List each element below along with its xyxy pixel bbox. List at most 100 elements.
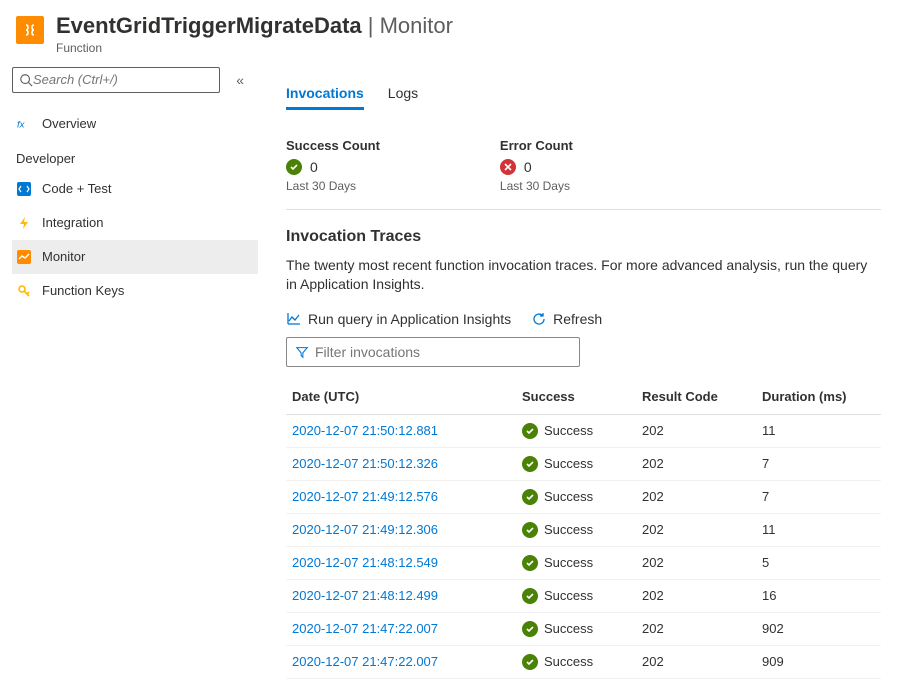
monitor-icon <box>16 249 32 265</box>
trace-duration: 902 <box>756 612 881 645</box>
sidebar-item-integration[interactable]: Integration <box>12 206 258 240</box>
trace-status-text: Success <box>544 555 593 570</box>
trace-date-link[interactable]: 2020-12-07 21:50:12.326 <box>292 456 438 471</box>
success-count-block: Success Count 0 Last 30 Days <box>286 138 380 193</box>
refresh-button[interactable]: Refresh <box>531 311 602 327</box>
table-row: 2020-12-07 21:48:12.549 Success 2025 <box>286 546 881 579</box>
title-resource: EventGridTriggerMigrateData <box>56 13 362 38</box>
sidebar-section-developer: Developer <box>12 141 258 172</box>
col-result-code[interactable]: Result Code <box>636 381 756 415</box>
success-icon <box>522 522 538 538</box>
collapse-sidebar-button[interactable]: « <box>232 68 248 92</box>
table-row: 2020-12-07 21:47:22.007 Success 202902 <box>286 612 881 645</box>
sidebar-item-label: Overview <box>42 116 96 131</box>
tab-logs[interactable]: Logs <box>388 85 418 110</box>
trace-date-link[interactable]: 2020-12-07 21:49:12.576 <box>292 489 438 504</box>
col-duration[interactable]: Duration (ms) <box>756 381 881 415</box>
trace-duration: 11 <box>756 513 881 546</box>
function-icon <box>16 16 44 44</box>
error-count-block: Error Count 0 Last 30 Days <box>500 138 573 193</box>
trace-status: Success <box>522 489 630 505</box>
success-icon <box>522 555 538 571</box>
success-icon <box>286 159 302 175</box>
trace-status-text: Success <box>544 423 593 438</box>
trace-status-text: Success <box>544 621 593 636</box>
trace-status: Success <box>522 654 630 670</box>
trace-result-code: 202 <box>636 612 756 645</box>
trace-duration: 7 <box>756 480 881 513</box>
col-date[interactable]: Date (UTC) <box>286 381 516 415</box>
code-icon <box>16 181 32 197</box>
error-count-value: 0 <box>524 159 532 175</box>
error-icon <box>500 159 516 175</box>
main-content: Invocations Logs Success Count 0 Last 30… <box>258 63 901 691</box>
trace-result-code: 202 <box>636 546 756 579</box>
sidebar-item-label: Code + Test <box>42 181 112 196</box>
search-input[interactable] <box>33 72 213 87</box>
invocation-traces-title: Invocation Traces <box>286 228 881 246</box>
chart-icon <box>286 311 302 327</box>
sidebar-item-overview[interactable]: fx Overview <box>12 107 258 141</box>
sidebar-item-code-test[interactable]: Code + Test <box>12 172 258 206</box>
trace-status: Success <box>522 522 630 538</box>
search-icon <box>19 73 33 87</box>
trace-status-text: Success <box>544 489 593 504</box>
trace-date-link[interactable]: 2020-12-07 21:50:12.881 <box>292 423 438 438</box>
success-count-value: 0 <box>310 159 318 175</box>
trace-date-link[interactable]: 2020-12-07 21:48:12.499 <box>292 588 438 603</box>
trace-status-text: Success <box>544 654 593 669</box>
key-icon <box>16 283 32 299</box>
page-header: EventGridTriggerMigrateData | Monitor Fu… <box>0 0 901 63</box>
col-success[interactable]: Success <box>516 381 636 415</box>
tab-invocations[interactable]: Invocations <box>286 85 364 110</box>
trace-result-code: 202 <box>636 414 756 447</box>
trace-status-text: Success <box>544 522 593 537</box>
trace-date-link[interactable]: 2020-12-07 21:49:12.306 <box>292 522 438 537</box>
success-icon <box>522 621 538 637</box>
title-breadcrumb: Monitor <box>380 13 453 38</box>
trace-duration: 5 <box>756 546 881 579</box>
filter-icon <box>295 345 309 359</box>
trace-date-link[interactable]: 2020-12-07 21:47:22.007 <box>292 621 438 636</box>
lightning-icon <box>16 215 32 231</box>
success-icon <box>522 423 538 439</box>
table-row: 2020-12-07 21:49:12.576Success2027 <box>286 480 881 513</box>
traces-table: Date (UTC) Success Result Code Duration … <box>286 381 881 679</box>
filter-input[interactable] <box>315 344 571 360</box>
table-row: 2020-12-07 21:50:12.326 Success 2027 <box>286 447 881 480</box>
title-separator: | <box>368 13 380 38</box>
sidebar-item-label: Function Keys <box>42 283 124 298</box>
trace-duration: 7 <box>756 447 881 480</box>
trace-status: Success <box>522 555 630 571</box>
error-count-label: Error Count <box>500 138 573 153</box>
svg-text:fx: fx <box>17 119 26 130</box>
trace-duration: 16 <box>756 579 881 612</box>
trace-result-code: 202 <box>636 447 756 480</box>
trace-date-link[interactable]: 2020-12-07 21:48:12.549 <box>292 555 438 570</box>
tabs: Invocations Logs <box>286 85 881 110</box>
success-icon <box>522 654 538 670</box>
search-box[interactable] <box>12 67 220 93</box>
sidebar-item-function-keys[interactable]: Function Keys <box>12 274 258 308</box>
trace-duration: 11 <box>756 414 881 447</box>
refresh-label: Refresh <box>553 311 602 327</box>
table-row: 2020-12-07 21:50:12.881 Success 20211 <box>286 414 881 447</box>
trace-duration: 909 <box>756 645 881 678</box>
trace-status: Success <box>522 456 630 472</box>
trace-status: Success <box>522 588 630 604</box>
table-row: 2020-12-07 21:48:12.499Success20216 <box>286 579 881 612</box>
invocation-traces-desc: The twenty most recent function invocati… <box>286 256 881 295</box>
sidebar-item-label: Integration <box>42 215 103 230</box>
run-query-button[interactable]: Run query in Application Insights <box>286 311 511 327</box>
success-icon <box>522 489 538 505</box>
trace-date-link[interactable]: 2020-12-07 21:47:22.007 <box>292 654 438 669</box>
sidebar: « fx Overview Developer Code + Test Inte… <box>0 63 258 691</box>
overview-icon: fx <box>16 116 32 132</box>
page-title: EventGridTriggerMigrateData | Monitor <box>56 12 453 41</box>
page-subtitle: Function <box>56 41 453 55</box>
sidebar-item-monitor[interactable]: Monitor <box>12 240 258 274</box>
trace-result-code: 202 <box>636 645 756 678</box>
filter-box[interactable] <box>286 337 580 367</box>
table-row: 2020-12-07 21:47:22.007 Success 202909 <box>286 645 881 678</box>
success-count-sub: Last 30 Days <box>286 179 380 193</box>
